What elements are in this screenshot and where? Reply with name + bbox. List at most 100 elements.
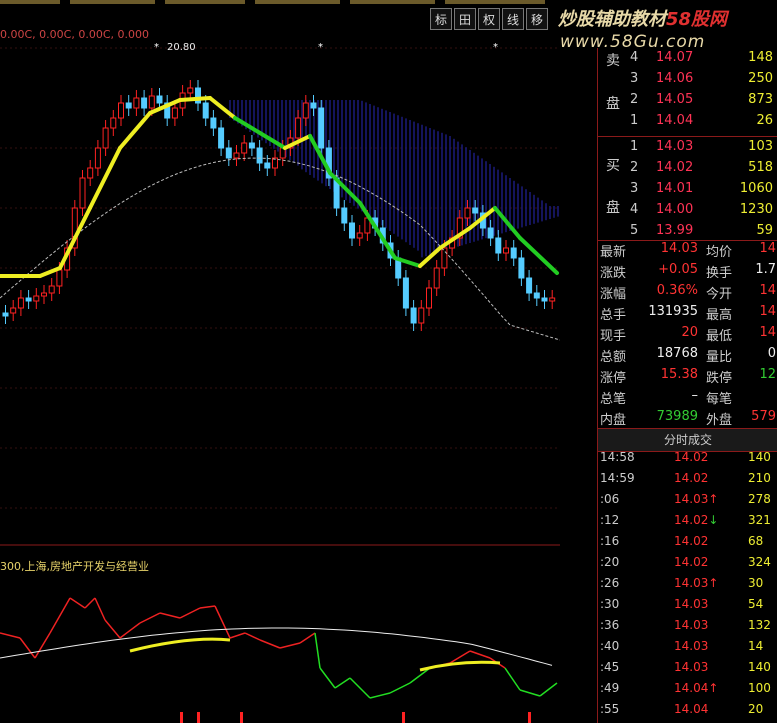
sell-label-bottom: 盘 — [606, 96, 620, 112]
ticks-header[interactable]: 分时成交 — [598, 428, 777, 452]
grid-button[interactable]: 田 — [454, 8, 476, 30]
stat-value: 14 — [759, 325, 776, 340]
stat-value: 14 — [759, 283, 776, 298]
tick-time: :26 — [600, 576, 620, 590]
stat-value: 18768 — [656, 346, 698, 361]
buy-level-index: 3 — [630, 181, 639, 196]
menu-tab[interactable] — [255, 0, 340, 4]
stat-value: 1.7 — [755, 262, 776, 277]
stat-value: 73989 — [656, 409, 698, 424]
sell-level-index: 1 — [630, 113, 639, 128]
tick-row: :20 14.02 324 — [598, 555, 777, 576]
sell-level-price[interactable]: 14.04 — [656, 113, 716, 128]
menu-tab[interactable] — [0, 0, 60, 4]
candlestick-chart[interactable]: 20.80 * * * — [0, 8, 560, 723]
menu-tab[interactable] — [165, 0, 245, 4]
tick-volume: 30 — [748, 576, 764, 590]
star-marker: * — [318, 42, 323, 53]
stat-label: 内盘 — [600, 413, 627, 428]
sell-level-index: 2 — [630, 92, 639, 107]
watermark-title: 炒股辅助教材58股网 — [558, 5, 727, 31]
tick-row: :30 14.03 54 — [598, 597, 777, 618]
tick-price: 14.03 — [674, 597, 709, 611]
line-button[interactable]: 线 — [502, 8, 524, 30]
buy-level-index: 2 — [630, 160, 639, 175]
tick-time: :30 — [600, 597, 620, 611]
stat-label: 现手 — [600, 329, 627, 344]
tick-time: :16 — [600, 534, 620, 548]
stat-label: 最高 — [706, 308, 733, 323]
sell-level-price[interactable]: 14.05 — [656, 92, 716, 107]
buy-level-volume: 1230 — [739, 202, 773, 217]
quote-stats: 最新 14.03 均价 14 涨跌 +0.05 换手 1.7 涨幅 0.36% 今开 14 总手 1319… — [598, 241, 777, 431]
buy-level-price[interactable]: 13.99 — [656, 223, 716, 238]
stat-label: 涨跌 — [600, 266, 627, 281]
sell-level-price[interactable]: 14.06 — [656, 71, 716, 86]
stat-value: 14 — [759, 304, 776, 319]
tick-volume: 100 — [748, 681, 771, 695]
tick-time: :36 — [600, 618, 620, 632]
buy-book: 买 盘 1 14.03 103 2 14.02 518 3 14.01 1060 4 14.00 12… — [598, 137, 777, 242]
stat-value: +0.05 — [658, 262, 698, 277]
tick-volume: 278 — [748, 492, 771, 506]
buy-level-price[interactable]: 14.00 — [656, 202, 716, 217]
tick-price: 14.04 — [674, 702, 709, 716]
stat-label: 最低 — [706, 329, 733, 344]
tick-row: :55 14.04 20 — [598, 702, 777, 723]
tick-time: :45 — [600, 660, 620, 674]
stat-value: – — [691, 388, 699, 403]
stat-row: 最新 14.03 均价 14 — [598, 241, 777, 262]
candles — [2, 80, 556, 331]
quote-panel: 卖 盘 4 14.07 148 3 14.06 250 2 14.05 873 1 14.04 26 … — [597, 48, 777, 723]
stat-row: 内盘 73989 外盘 579 — [598, 409, 777, 430]
star-marker: * — [154, 42, 159, 53]
sell-label-top: 卖 — [606, 53, 620, 69]
stat-label: 涨停 — [600, 371, 627, 386]
menu-tab[interactable] — [350, 0, 435, 4]
tick-row: :06 14.03↑ 278 — [598, 492, 777, 513]
mark-button[interactable]: 标 — [430, 8, 452, 30]
tick-volume: 68 — [748, 534, 764, 548]
sub-indicator — [0, 597, 558, 723]
buy-level-price[interactable]: 14.03 — [656, 139, 716, 154]
sell-book: 卖 盘 4 14.07 148 3 14.06 250 2 14.05 873 1 14.04 26 — [598, 48, 777, 135]
tick-row: :12 14.02↓ 321 — [598, 513, 777, 534]
stat-value: 0.36% — [656, 283, 698, 298]
tick-price: 14.02 — [674, 555, 709, 569]
sell-level-volume: 873 — [748, 92, 773, 107]
stat-label: 今开 — [706, 287, 733, 302]
tick-time: 14:58 — [600, 450, 635, 464]
tick-time: 14:59 — [600, 471, 635, 485]
watermark-brand: 58股网 — [666, 9, 728, 30]
sell-level-price[interactable]: 14.07 — [656, 50, 716, 65]
menu-tab[interactable] — [445, 0, 545, 4]
stat-row: 涨幅 0.36% 今开 14 — [598, 283, 777, 304]
tick-price: 14.03 — [674, 639, 709, 653]
tick-price: 14.02 — [674, 471, 709, 485]
stat-label: 量比 — [706, 350, 733, 365]
tick-arrow-icon: ↑ — [708, 492, 719, 506]
stat-label: 涨幅 — [600, 287, 627, 302]
tick-volume: 54 — [748, 597, 764, 611]
stat-value: 14 — [759, 241, 776, 256]
chart-toolbar: 标 田 权 线 移 — [430, 8, 548, 30]
menu-tab[interactable] — [70, 0, 155, 4]
move-button[interactable]: 移 — [526, 8, 548, 30]
tick-price: 14.02↓ — [674, 513, 719, 527]
stat-value: 12 — [759, 367, 776, 382]
tick-volume: 14 — [748, 639, 764, 653]
buy-level-price[interactable]: 14.01 — [656, 181, 716, 196]
stat-row: 涨停 15.38 跌停 12 — [598, 367, 777, 388]
stat-row: 总额 18768 量比 0 — [598, 346, 777, 367]
tick-list[interactable]: 14:58 14.02 140 14:59 14.02 210:06 14.03↑ 278:1… — [598, 450, 777, 723]
tick-time: :06 — [600, 492, 620, 506]
tick-price: 14.03 — [674, 618, 709, 632]
tick-volume: 324 — [748, 555, 771, 569]
tick-volume: 20 — [748, 702, 764, 716]
stat-label: 外盘 — [706, 413, 733, 428]
stat-value: 0 — [767, 346, 776, 361]
rights-button[interactable]: 权 — [478, 8, 500, 30]
high-marker: 20.80 — [167, 42, 196, 53]
buy-level-price[interactable]: 14.02 — [656, 160, 716, 175]
tick-arrow-icon: ↑ — [708, 576, 719, 590]
